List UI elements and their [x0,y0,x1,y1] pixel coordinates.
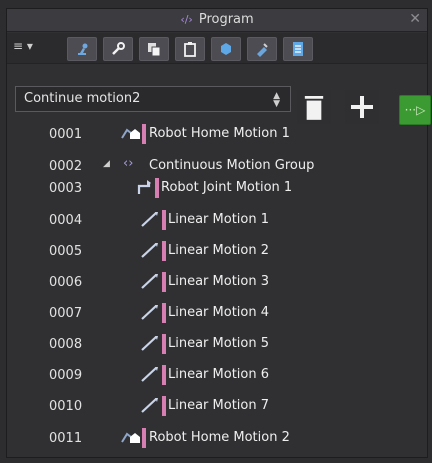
robot-arm-icon [78,43,88,55]
program-row[interactable]: 0003 Robot Joint Motion 1 [7,175,427,201]
linear-motion-icon [139,395,161,415]
toolbar: ≡ ▾ [7,33,427,64]
row-label: Linear Motion 3 [168,274,270,289]
program-row[interactable]: 0009 Linear Motion 6 [7,362,427,388]
add-button[interactable] [345,90,379,124]
program-row[interactable]: 0010 Linear Motion 7 [7,393,427,419]
row-label: Linear Motion 5 [168,336,270,351]
row-marker [162,365,166,385]
program-row[interactable]: 0007 Linear Motion 4 [7,300,427,326]
row-label: Linear Motion 1 [168,212,270,227]
wrench-icon [112,42,125,55]
row-marker [162,210,166,230]
row-marker [162,272,166,292]
tool-tip-icon [257,43,268,57]
linear-motion-icon [139,333,161,353]
row-marker [162,334,166,354]
linear-motion-icon [139,209,161,229]
row-number: 0001 [49,127,83,142]
row-number: 0003 [49,181,83,196]
panel-title: ‹/› Program [7,12,427,27]
joint-motion-icon [135,177,157,197]
list-doc-icon [293,42,303,56]
program-row[interactable]: 0004 Linear Motion 1 [7,207,427,233]
panel-titlebar: ‹/› Program ✕ [7,9,427,32]
row-number: 0004 [49,213,83,228]
program-row[interactable]: 0011 Robot Home Motion 2 [7,425,427,451]
run-arrow-icon: ···▷ [404,103,426,117]
row-number: 0002 [49,159,83,174]
clipboard-icon [184,42,196,57]
row-label: Continuous Motion Group [149,158,315,173]
program-row[interactable]: 0006 Linear Motion 3 [7,269,427,295]
row-number: 0006 [49,275,83,290]
row-number: 0008 [49,337,83,352]
row-label: Robot Home Motion 2 [149,430,290,445]
linear-motion-icon [139,364,161,384]
tool-button-wrench[interactable] [103,37,133,61]
tool-button-copy[interactable] [139,37,169,61]
program-row[interactable]: 0001 Robot Home Motion 1 [7,121,427,147]
program-row[interactable]: 0008 Linear Motion 5 [7,331,427,357]
linear-motion-icon [139,240,161,260]
select-arrows-icon: ▲ ▼ [273,91,280,109]
copy-icon [148,43,161,57]
tool-button-tool[interactable] [247,37,277,61]
close-icon[interactable]: ✕ [409,11,421,27]
program-panel: ‹/› Program ✕ ≡ ▾ Continue motion2 ▲ ▼ ·… [6,8,431,458]
row-number: 0011 [49,431,83,446]
program-select-value: Continue motion2 [24,91,141,106]
cube-icon [221,43,231,55]
row-label: Linear Motion 4 [168,305,270,320]
row-label: Linear Motion 6 [168,367,270,382]
row-label: Linear Motion 2 [168,243,270,258]
linear-motion-icon [139,271,161,291]
row-marker [162,396,166,416]
program-icon: ‹/› [180,13,193,26]
delete-button[interactable] [297,90,331,124]
row-marker [142,124,146,144]
panel-title-text: Program [198,12,254,27]
group-icon: ‹› [123,156,134,171]
tool-button-paste[interactable] [175,37,205,61]
row-number: 0010 [49,399,83,414]
row-number: 0005 [49,244,83,259]
trash-icon [304,96,324,120]
row-label: Robot Home Motion 1 [149,126,290,141]
row-marker [162,241,166,261]
tool-button-object[interactable] [211,37,241,61]
program-select[interactable]: Continue motion2 ▲ ▼ [15,86,291,112]
home-motion-icon [119,427,141,447]
row-label: Robot Joint Motion 1 [161,180,293,195]
row-number: 0007 [49,306,83,321]
program-row[interactable]: 0005 Linear Motion 2 [7,238,427,264]
plus-icon [351,96,373,118]
row-marker [162,303,166,323]
row-marker [155,178,159,198]
linear-motion-icon [139,302,161,322]
tool-button-list[interactable] [283,37,313,61]
row-number: 0009 [49,368,83,383]
menu-icon[interactable]: ≡ ▾ [13,39,41,57]
tool-button-robot[interactable] [67,37,97,61]
row-marker [142,428,146,448]
home-motion-icon [119,123,141,143]
collapse-icon[interactable]: ◢ [103,159,110,169]
row-label: Linear Motion 7 [168,398,270,413]
